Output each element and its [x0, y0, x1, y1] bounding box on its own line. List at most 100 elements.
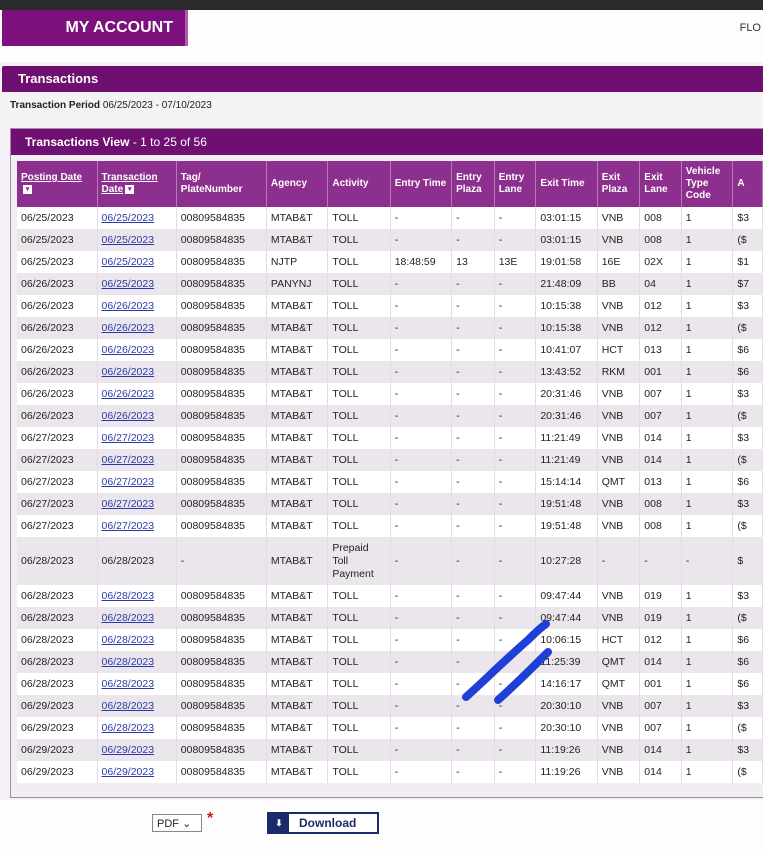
cell-activity: TOLL [327, 405, 391, 427]
cell-transaction-date[interactable]: 06/26/2023 [97, 339, 177, 361]
cell-exit-plaza: 16E [597, 251, 641, 273]
cell-transaction-date[interactable]: 06/28/2023 [97, 585, 177, 607]
cell-transaction-date[interactable]: 06/29/2023 [97, 761, 177, 783]
cell-posting-date: 06/26/2023 [17, 295, 98, 317]
table-row: 06/25/2023 06/25/2023 00809584835 MTAB&T TOL… [17, 207, 763, 229]
cell-amount: ($ [732, 607, 763, 629]
cell-entry-plaza: - [451, 695, 495, 717]
cell-entry-lane: - [494, 673, 537, 695]
cell-transaction-date[interactable]: 06/25/2023 [97, 229, 177, 251]
cell-posting-date: 06/27/2023 [17, 515, 98, 537]
cell-activity: TOLL [327, 251, 391, 273]
cell-exit-time: 20:30:10 [535, 717, 598, 739]
cell-entry-lane: - [494, 717, 537, 739]
table-row: 06/26/2023 06/26/2023 00809584835 MTAB&T TOL… [17, 295, 763, 317]
cell-transaction-date[interactable]: 06/28/2023 [97, 695, 177, 717]
cell-activity: TOLL [327, 673, 391, 695]
col-exit-plaza: Exit Plaza [597, 161, 641, 207]
cell-activity: TOLL [327, 273, 391, 295]
cell-exit-plaza: QMT [597, 651, 641, 673]
cell-entry-time: - [390, 515, 453, 537]
cell-transaction-date: 06/28/2023 [97, 537, 177, 585]
cell-transaction-date[interactable]: 06/25/2023 [97, 273, 177, 295]
cell-transaction-date[interactable]: 06/27/2023 [97, 449, 177, 471]
cell-entry-plaza: - [451, 717, 495, 739]
cell-exit-lane: 008 [639, 229, 682, 251]
cell-transaction-date[interactable]: 06/28/2023 [97, 651, 177, 673]
cell-transaction-date[interactable]: 06/27/2023 [97, 515, 177, 537]
format-select[interactable]: PDF ⌄ [152, 814, 202, 832]
cell-vehicle-type: 1 [681, 251, 734, 273]
cell-transaction-date[interactable]: 06/26/2023 [97, 361, 177, 383]
cell-activity: Prepaid Toll Payment [327, 537, 391, 585]
cell-entry-lane: - [494, 207, 537, 229]
cell-vehicle-type: 1 [681, 427, 734, 449]
cell-exit-time: 21:48:09 [535, 273, 598, 295]
cell-exit-plaza: VNB [597, 317, 641, 339]
cell-transaction-date[interactable]: 06/29/2023 [97, 739, 177, 761]
cell-exit-time: 15:14:14 [535, 471, 598, 493]
cell-vehicle-type: 1 [681, 207, 734, 229]
panel-title: Transactions View [25, 135, 130, 149]
col-transaction-date[interactable]: Transaction Date ▾ [97, 161, 177, 207]
cell-entry-lane: - [494, 515, 537, 537]
cell-agency: MTAB&T [266, 515, 329, 537]
cell-transaction-date[interactable]: 06/26/2023 [97, 383, 177, 405]
download-button[interactable]: ⬇ Download [267, 812, 379, 834]
cell-transaction-date[interactable]: 06/26/2023 [97, 317, 177, 339]
cell-transaction-date[interactable]: 06/28/2023 [97, 607, 177, 629]
cell-entry-time: - [390, 695, 453, 717]
cell-activity: TOLL [327, 585, 391, 607]
cell-entry-plaza: - [451, 471, 495, 493]
cell-entry-plaza: - [451, 427, 495, 449]
cell-entry-plaza: - [451, 673, 495, 695]
sort-icon[interactable]: ▾ [23, 184, 32, 194]
cell-transaction-date[interactable]: 06/28/2023 [97, 629, 177, 651]
cell-agency: MTAB&T [266, 673, 329, 695]
table-row: 06/26/2023 06/26/2023 00809584835 MTAB&T TOL… [17, 317, 763, 339]
cell-transaction-date[interactable]: 06/27/2023 [97, 493, 177, 515]
cell-activity: TOLL [327, 651, 391, 673]
cell-vehicle-type: 1 [681, 761, 734, 783]
cell-transaction-date[interactable]: 06/25/2023 [97, 251, 177, 273]
cell-transaction-date[interactable]: 06/28/2023 [97, 717, 177, 739]
cell-exit-lane: 013 [639, 471, 682, 493]
cell-entry-lane: - [494, 295, 537, 317]
required-mark: * [207, 810, 214, 827]
cell-transaction-date[interactable]: 06/27/2023 [97, 427, 177, 449]
cell-exit-lane: 008 [639, 493, 682, 515]
cell-vehicle-type: 1 [681, 739, 734, 761]
cell-transaction-date[interactable]: 06/26/2023 [97, 295, 177, 317]
cell-tag-plate: 00809584835 [176, 273, 267, 295]
cell-entry-plaza: - [451, 295, 495, 317]
cell-posting-date: 06/29/2023 [17, 761, 98, 783]
cell-transaction-date[interactable]: 06/25/2023 [97, 207, 177, 229]
cell-tag-plate: 00809584835 [176, 515, 267, 537]
sort-icon[interactable]: ▾ [125, 184, 135, 194]
cell-transaction-date[interactable]: 06/28/2023 [97, 673, 177, 695]
cell-tag-plate: 00809584835 [176, 651, 267, 673]
cell-entry-plaza: - [451, 585, 495, 607]
cell-agency: PANYNJ [266, 273, 329, 295]
cell-vehicle-type: 1 [681, 229, 734, 251]
cell-amount: $3 [732, 295, 763, 317]
my-account-tab[interactable]: MY ACCOUNT [2, 10, 188, 46]
cell-tag-plate: 00809584835 [176, 317, 267, 339]
cell-amount: $7 [732, 273, 763, 295]
panel-range: - 1 to 25 of 56 [129, 135, 207, 149]
cell-posting-date: 06/27/2023 [17, 427, 98, 449]
cell-transaction-date[interactable]: 06/26/2023 [97, 405, 177, 427]
posting-date-sort-link[interactable]: Posting Date [21, 172, 82, 183]
transaction-period: Transaction Period 06/25/2023 - 07/10/20… [10, 100, 212, 111]
col-posting-date[interactable]: Posting Date▾ [17, 161, 98, 207]
cell-amount: $6 [732, 361, 763, 383]
cell-entry-time: - [390, 629, 453, 651]
cell-entry-lane: - [494, 651, 537, 673]
cell-posting-date: 06/28/2023 [17, 629, 98, 651]
cell-amount: ($ [732, 449, 763, 471]
cell-vehicle-type: 1 [681, 361, 734, 383]
cell-exit-plaza: BB [597, 273, 641, 295]
cell-posting-date: 06/28/2023 [17, 673, 98, 695]
cell-agency: MTAB&T [266, 585, 329, 607]
cell-transaction-date[interactable]: 06/27/2023 [97, 471, 177, 493]
